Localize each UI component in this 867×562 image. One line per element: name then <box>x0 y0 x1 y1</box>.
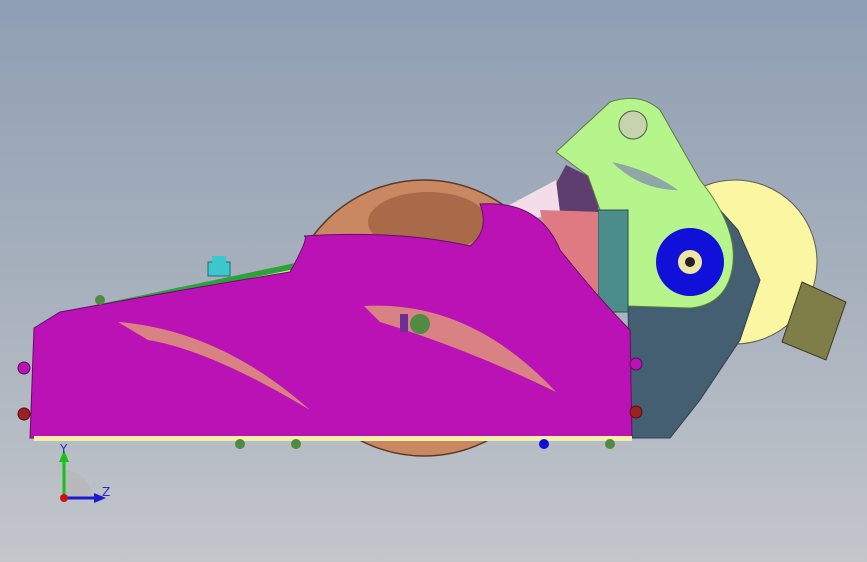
shell-bolt <box>410 314 430 334</box>
z-axis-label: Z <box>102 485 111 499</box>
triad-icon <box>59 450 106 503</box>
bolt <box>629 405 643 419</box>
bolt <box>17 407 31 421</box>
body-shell <box>29 203 633 439</box>
bolt <box>291 439 301 449</box>
bolt <box>95 295 105 305</box>
bolt <box>17 361 31 375</box>
coordinate-triad: Y Z <box>40 440 130 520</box>
cad-viewport[interactable]: Y Z <box>0 0 867 562</box>
shell-bar <box>400 314 408 332</box>
cyan-mount <box>207 261 231 277</box>
y-axis-label: Y <box>60 442 68 456</box>
teal-block <box>597 209 629 313</box>
bolt <box>629 357 643 371</box>
bolt <box>235 439 245 449</box>
bracket-hole <box>618 110 648 140</box>
robot-assembly-model[interactable] <box>0 0 867 562</box>
bolt <box>605 439 615 449</box>
hub-center <box>685 257 695 267</box>
cyan-mount-top <box>212 256 226 264</box>
bolt <box>539 439 549 449</box>
